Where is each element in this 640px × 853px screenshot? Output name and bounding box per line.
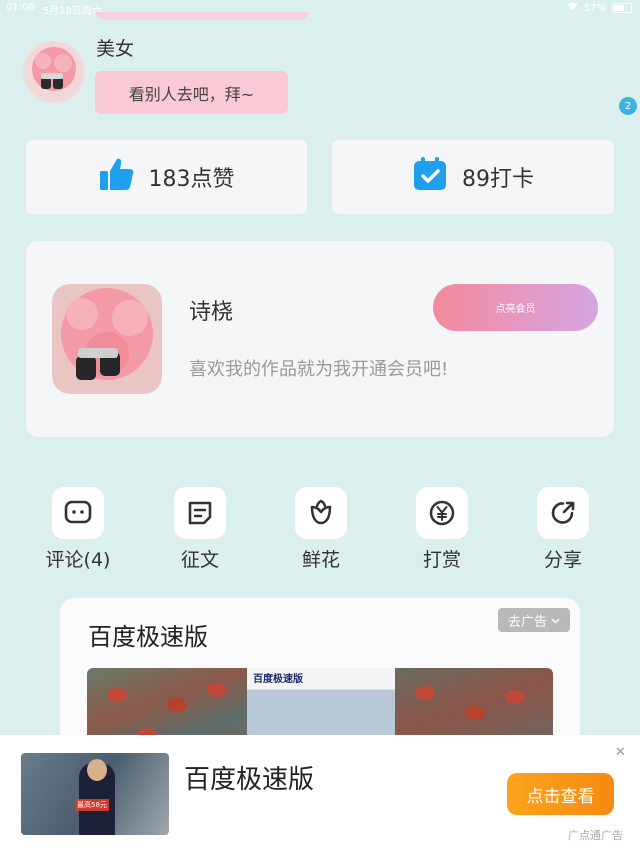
action-comment[interactable]: 评论(4) — [28, 487, 128, 572]
action-tip[interactable]: 打赏 — [392, 487, 492, 572]
like-card[interactable]: 183点赞 — [26, 140, 307, 214]
action-flower[interactable]: 鲜花 — [271, 487, 371, 572]
view-button[interactable]: 点击查看 — [507, 773, 614, 815]
checkin-count: 89打卡 — [462, 167, 534, 192]
ad-title: 百度极速版 — [88, 623, 208, 651]
close-icon[interactable]: ✕ — [615, 745, 626, 760]
author-avatar[interactable] — [52, 284, 162, 394]
ad-card[interactable]: 百度极速版 去广告 百度极速版 — [60, 598, 580, 758]
comment-text: 看别人去吧，拜~ — [128, 84, 255, 104]
ad-image-brand: 百度极速版 — [253, 674, 303, 685]
remove-ad-label: 去广告 — [507, 614, 547, 630]
yen-icon — [416, 487, 468, 539]
status-time: 01:08 — [6, 2, 35, 13]
bottom-ad-banner[interactable]: 最高58元 百度极速版 点击查看 ✕ 广点通广告 — [0, 735, 640, 853]
action-label: 打赏 — [422, 549, 461, 571]
action-label: 分享 — [543, 549, 582, 571]
fluffy-creature-image — [25, 43, 83, 101]
wifi-icon — [567, 2, 578, 14]
checkin-card[interactable]: 89打卡 — [332, 140, 614, 214]
banner-title: 百度极速版 — [184, 765, 315, 795]
remove-ad-button[interactable]: 去广告 — [498, 608, 570, 632]
flower-icon — [295, 487, 347, 539]
comment-icon — [52, 487, 104, 539]
share-icon — [537, 487, 589, 539]
essay-icon — [174, 487, 226, 539]
vip-card: 诗桡 喜欢我的作品就为我开通会员吧! 点亮会员 — [26, 241, 614, 437]
fluffy-creature-image — [52, 284, 162, 394]
comment-bubble: 看别人去吧，拜~ — [95, 71, 288, 114]
thumb-tag: 最高58元 — [75, 799, 109, 811]
like-count: 183点赞 — [148, 167, 235, 192]
commenter-name: 美女 — [96, 38, 135, 60]
action-label: 征文 — [180, 549, 219, 571]
thumbs-up-icon — [99, 156, 135, 198]
banner-thumbnail: 最高58元 — [21, 753, 169, 835]
action-label: 评论(4) — [45, 549, 111, 571]
calendar-check-icon — [412, 156, 448, 198]
action-essay[interactable]: 征文 — [150, 487, 250, 572]
person-head — [87, 759, 107, 781]
chevron-down-icon — [551, 613, 560, 628]
action-share[interactable]: 分享 — [513, 487, 613, 572]
battery-icon — [612, 3, 632, 13]
notification-badge[interactable]: 2 — [619, 97, 637, 115]
commenter-avatar[interactable] — [23, 41, 85, 103]
previous-bubble-edge — [96, 12, 308, 20]
status-date: 5月18日周六 — [42, 6, 102, 17]
action-label: 鲜花 — [301, 549, 340, 571]
ad-source: 广点通广告 — [568, 829, 623, 842]
battery-percent: 57% — [583, 2, 606, 14]
author-name: 诗桡 — [189, 300, 234, 325]
activate-vip-button[interactable]: 点亮会员 — [433, 284, 598, 331]
vip-description: 喜欢我的作品就为我开通会员吧! — [189, 359, 449, 380]
